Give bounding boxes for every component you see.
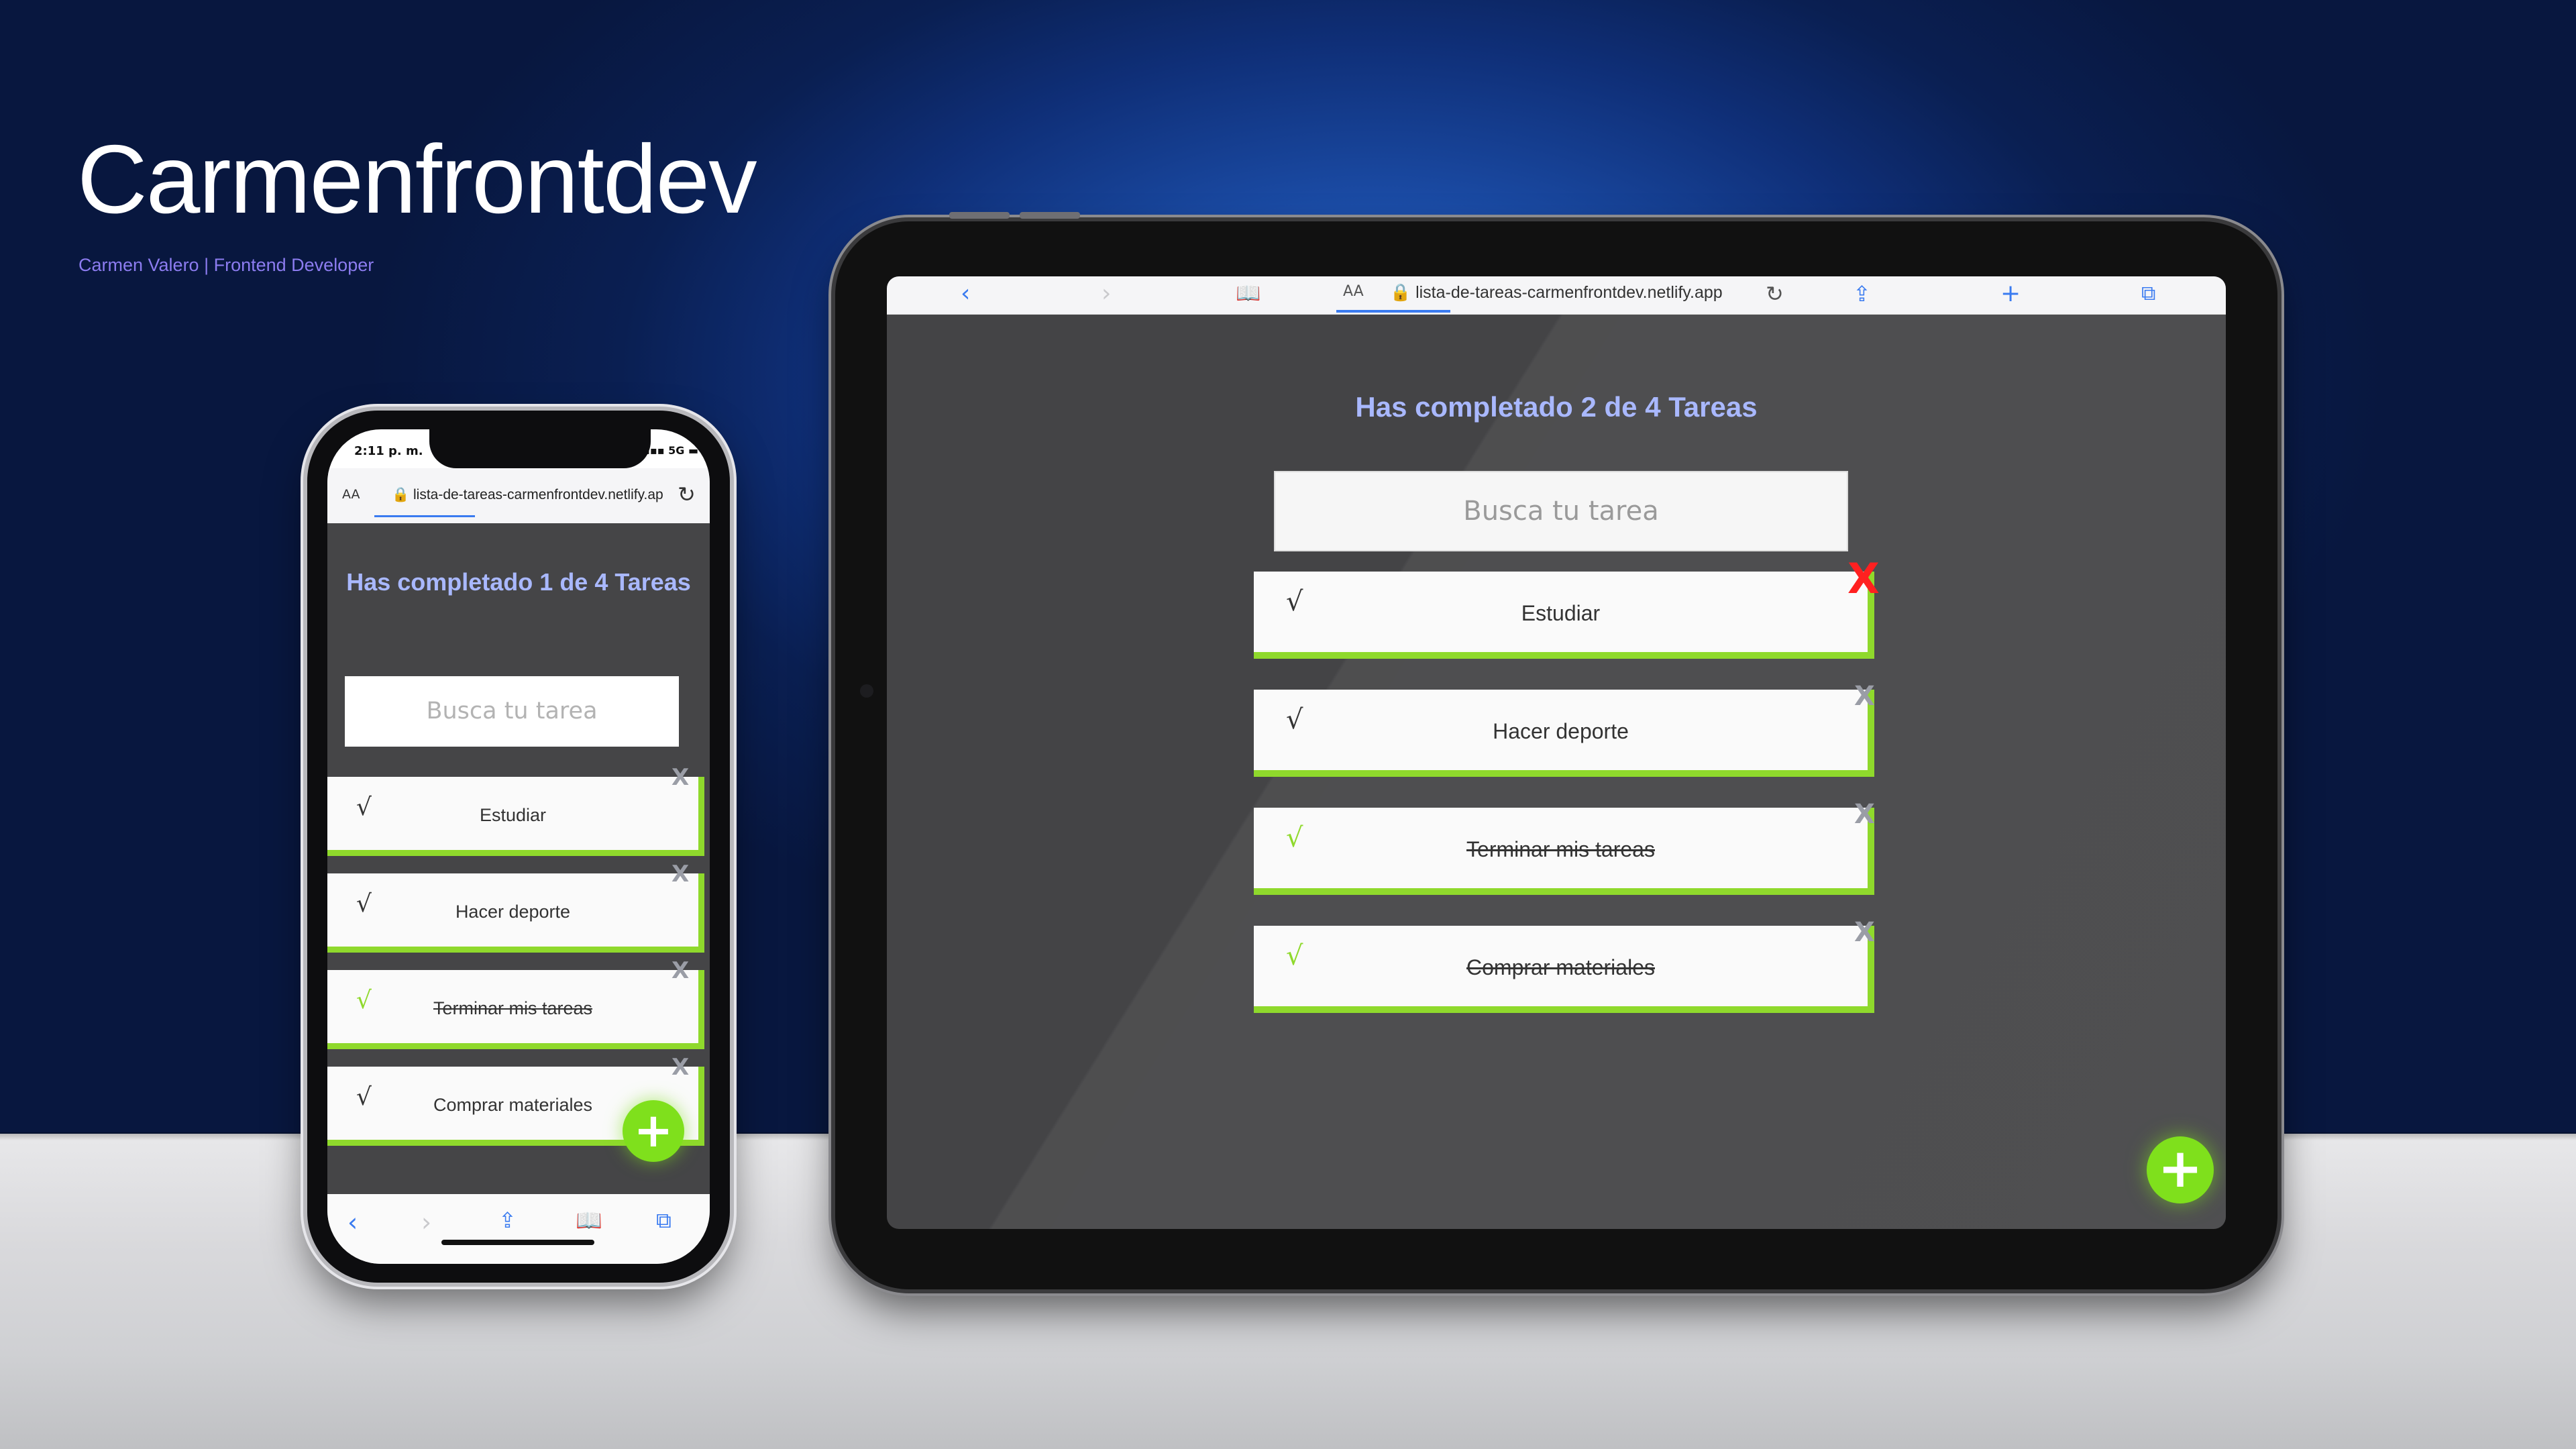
reader-aa-button[interactable]: AA	[1343, 283, 1364, 300]
todo-text: Estudiar	[479, 805, 547, 825]
bookmarks-icon[interactable]: 📖	[1236, 279, 1260, 309]
status-time: 2:11 p. m.	[354, 444, 423, 458]
url-focus-underline	[1336, 310, 1450, 313]
status-network: 5G	[668, 444, 685, 457]
share-icon[interactable]: ⇪	[1853, 279, 1871, 309]
delete-icon[interactable]: X	[672, 863, 689, 885]
tablet-app: Has completado 2 de 4 Tareas Busca tu ta…	[887, 314, 2226, 1229]
delete-icon[interactable]: X	[1854, 801, 1875, 828]
todo-item: √ Comprar materiales	[1254, 926, 1874, 1013]
home-indicator	[441, 1240, 594, 1245]
todo-text: Hacer deporte	[1493, 719, 1629, 743]
tabs-icon[interactable]: ⧉	[2141, 279, 2155, 309]
phone-notch	[429, 429, 651, 468]
url-text: lista-de-tareas-carmenfrontdev.netlify.a…	[1415, 283, 1723, 302]
tablet-camera	[860, 684, 873, 698]
todo-item: √ Terminar mis tareas	[327, 970, 704, 1049]
reload-icon[interactable]: ↻	[1766, 279, 1784, 309]
brand-subtitle: Carmen Valero | Frontend Developer	[78, 255, 374, 275]
forward-icon[interactable]: ›	[421, 1208, 431, 1237]
tablet-device: ‹ › 📖 AA 🔒 lista-de-tareas-carmenfrontde…	[835, 212, 2277, 1289]
url-focus-underline	[374, 515, 475, 517]
reload-icon[interactable]: ↻	[678, 482, 696, 507]
status-signal: ▪▪▪ 5G ▬	[643, 444, 699, 457]
delete-icon[interactable]: X	[672, 1056, 689, 1079]
delete-icon[interactable]: X	[672, 959, 689, 982]
forward-icon[interactable]: ›	[1102, 279, 1111, 309]
todo-item: √ Terminar mis tareas	[1254, 808, 1874, 895]
phone-browser-toolbar: ‹ › ⇪ 📖 ⧉	[327, 1194, 710, 1264]
phone-browser-bar: AA 🔒 lista-de-tareas-carmenfrontdev.netl…	[327, 468, 710, 523]
phone-app: Has completado 1 de 4 Tareas Busca tu ta…	[327, 523, 710, 1194]
delete-icon[interactable]: X	[1847, 558, 1880, 600]
todo-item: √ Hacer deporte	[1254, 690, 1874, 777]
tablet-volume-button	[1020, 212, 1080, 219]
add-todo-button[interactable]: +	[2147, 1136, 2214, 1203]
tablet-screen: ‹ › 📖 AA 🔒 lista-de-tareas-carmenfrontde…	[887, 276, 2226, 1229]
brand-title: Carmenfrontdev	[77, 125, 757, 233]
delete-icon[interactable]: X	[672, 766, 689, 789]
todo-text: Hacer deporte	[455, 902, 571, 922]
todo-text: Comprar materiales	[1466, 955, 1655, 979]
tabs-icon[interactable]: ⧉	[656, 1208, 672, 1234]
reader-aa-button[interactable]: AA	[342, 487, 360, 502]
todo-text: Terminar mis tareas	[1466, 837, 1655, 861]
back-icon[interactable]: ‹	[347, 1208, 358, 1237]
share-icon[interactable]: ⇪	[498, 1208, 517, 1233]
search-input[interactable]: Busca tu tarea	[345, 676, 679, 747]
delete-icon[interactable]: X	[1854, 683, 1875, 710]
new-tab-icon[interactable]: +	[2000, 279, 2021, 309]
url-field[interactable]: 🔒 lista-de-tareas-carmenfrontdev.netlify…	[1390, 283, 1723, 303]
tablet-volume-button	[949, 212, 1010, 219]
todo-text: Terminar mis tareas	[433, 998, 593, 1018]
phone-device: 2:11 p. m. ▪▪▪ 5G ▬ AA 🔒 lista-de-tareas…	[307, 411, 730, 1283]
todo-text: Estudiar	[1521, 601, 1601, 625]
back-icon[interactable]: ‹	[961, 279, 970, 309]
url-field[interactable]: 🔒 lista-de-tareas-carmenfrontdev.netlify…	[392, 487, 663, 503]
tablet-browser-bar: ‹ › 📖 AA 🔒 lista-de-tareas-carmenfrontde…	[887, 276, 2226, 315]
todo-item: √ Estudiar	[327, 777, 704, 856]
phone-screen: 2:11 p. m. ▪▪▪ 5G ▬ AA 🔒 lista-de-tareas…	[327, 429, 710, 1264]
bookmarks-icon[interactable]: 📖	[576, 1208, 602, 1233]
delete-icon[interactable]: X	[1854, 919, 1875, 946]
search-input[interactable]: Busca tu tarea	[1274, 471, 1848, 551]
todo-counter-title: Has completado 2 de 4 Tareas	[1355, 391, 1758, 423]
todo-item: √ Estudiar	[1254, 572, 1874, 659]
todo-counter-title: Has completado 1 de 4 Tareas	[346, 568, 691, 596]
todo-item: √ Hacer deporte	[327, 873, 704, 953]
url-text: lista-de-tareas-carmenfrontdev.netlify.a…	[413, 487, 663, 502]
add-todo-button[interactable]: +	[623, 1100, 684, 1162]
